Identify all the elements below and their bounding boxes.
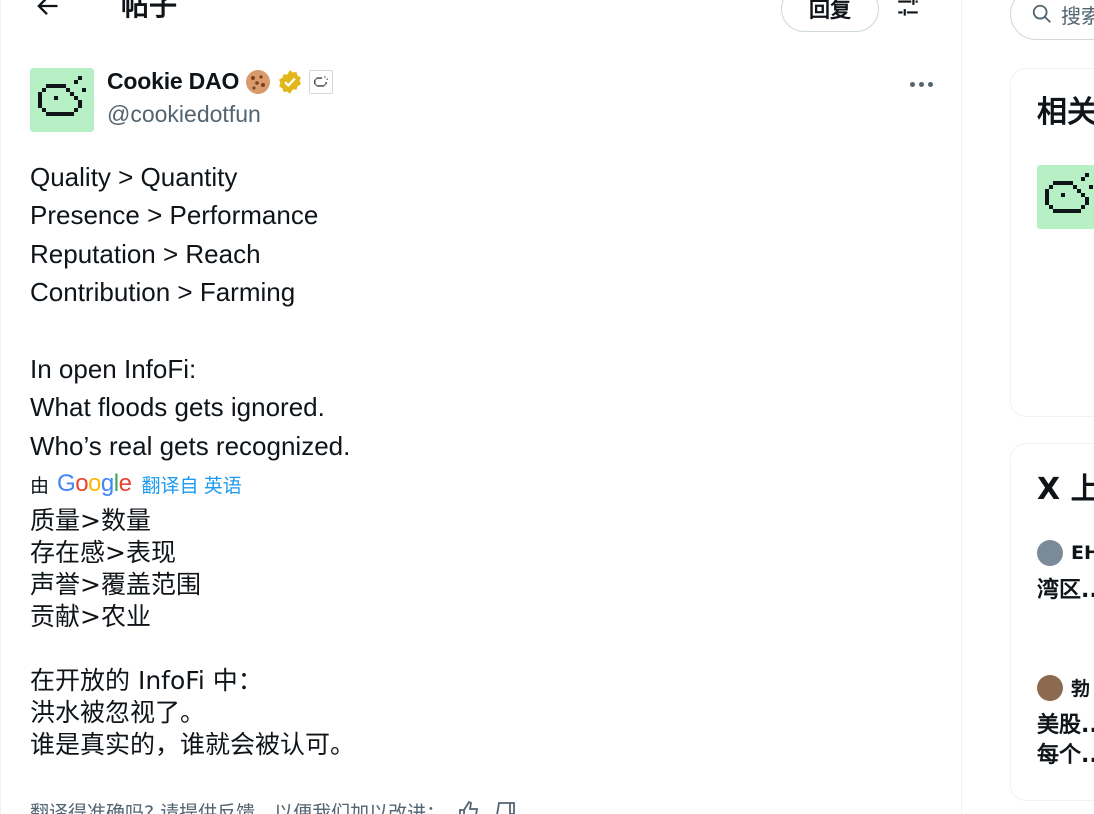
card-title: 相关 bbox=[1037, 95, 1094, 130]
cookie-logo-icon bbox=[1045, 173, 1093, 213]
tweet-line: What floods gets ignored. bbox=[30, 392, 325, 423]
avatar bbox=[1037, 674, 1063, 701]
tweet-line-break bbox=[30, 312, 350, 350]
search-icon bbox=[1032, 4, 1051, 23]
tweet-line: In open InfoFi: bbox=[30, 353, 197, 384]
more-dot-icon bbox=[909, 81, 915, 87]
translated-line: 贡献>农业 bbox=[30, 602, 151, 631]
google-logo: Google bbox=[57, 470, 132, 497]
tweet-line: Quality > Quantity bbox=[30, 162, 238, 192]
cookie-logo-icon bbox=[38, 76, 86, 116]
translation-attribution: 由 Google 翻译自 英语 bbox=[30, 470, 242, 498]
card-title: X 上 bbox=[1037, 472, 1094, 507]
tweet-line: Presence > Performance bbox=[30, 200, 319, 231]
sliders-icon bbox=[898, 0, 918, 16]
trend-user: 勃 bbox=[1071, 678, 1091, 700]
display-name: Cookie DAO bbox=[107, 68, 240, 94]
filter-settings-button[interactable] bbox=[891, 0, 925, 24]
cookie-emoji-icon bbox=[246, 69, 271, 94]
related-account-avatar[interactable] bbox=[1037, 165, 1094, 229]
more-options-button[interactable] bbox=[905, 72, 937, 96]
search-placeholder: 搜索 bbox=[1061, 3, 1094, 28]
cookie-logo-icon bbox=[314, 75, 328, 86]
translated-tweet-text: 质量>数量 存在感>表现 声誉>覆盖范围 贡献>农业 在开放的 InfoFi 中… bbox=[30, 505, 355, 761]
primary-column: 帖子 回复 Cookie DAO @cookiedotfun Quality >… bbox=[0, 0, 962, 814]
translated-from-link[interactable]: 翻译自 英语 bbox=[141, 471, 241, 498]
trend-text: 每个... bbox=[1037, 743, 1094, 768]
author-avatar[interactable] bbox=[30, 68, 94, 132]
trend-user: EH bbox=[1071, 542, 1094, 564]
translated-line: 存在感>表现 bbox=[30, 538, 176, 567]
reply-button[interactable]: 回复 bbox=[781, 0, 879, 32]
thumbs-up-icon[interactable] bbox=[457, 800, 481, 814]
trend-item[interactable]: 勃 美股... 每个... bbox=[1037, 674, 1094, 771]
related-accounts-card: 相关 bbox=[1010, 68, 1094, 417]
more-dot-icon bbox=[927, 81, 933, 87]
translated-line: 声誉>覆盖范围 bbox=[30, 570, 201, 599]
back-arrow-icon bbox=[37, 0, 58, 15]
more-dot-icon bbox=[918, 81, 924, 87]
affiliate-badge[interactable] bbox=[309, 69, 334, 94]
translated-by-label: 由 bbox=[30, 475, 50, 497]
avatar bbox=[1037, 540, 1063, 566]
trend-text: 湾区... bbox=[1037, 578, 1094, 603]
translated-line: 在开放的 InfoFi 中： bbox=[30, 666, 263, 695]
tweet-line: Who’s real gets recognized. bbox=[30, 430, 351, 461]
verified-badge-icon[interactable] bbox=[277, 69, 303, 95]
trend-item[interactable]: EH 湾区... bbox=[1037, 540, 1094, 606]
translated-line-break bbox=[30, 633, 355, 665]
back-button[interactable] bbox=[27, 0, 67, 26]
feedback-prompt: 翻译得准确吗? 请提供反馈，以便我们加以改进： bbox=[30, 802, 446, 814]
translated-line: 质量>数量 bbox=[30, 506, 151, 535]
trending-card: X 上 EH 湾区... 勃 美股... 每个... bbox=[1010, 443, 1094, 801]
page-title: 帖子 bbox=[121, 0, 178, 22]
tweet-line: Reputation > Reach bbox=[30, 238, 261, 269]
author-name[interactable]: Cookie DAO bbox=[107, 68, 334, 95]
tweet-line: Contribution > Farming bbox=[30, 277, 296, 308]
author-handle[interactable]: @cookiedotfun bbox=[107, 101, 261, 128]
translation-feedback: 翻译得准确吗? 请提供反馈，以便我们加以改进： bbox=[30, 798, 517, 814]
tweet-text: Quality > Quantity Presence > Performanc… bbox=[30, 158, 350, 465]
trend-text: 美股... bbox=[1037, 713, 1094, 738]
search-input[interactable]: 搜索 bbox=[1010, 0, 1094, 40]
translated-line: 洪水被忽视了。 bbox=[30, 698, 206, 727]
translated-line: 谁是真实的，谁就会被认可。 bbox=[30, 730, 356, 759]
thumbs-down-icon[interactable] bbox=[493, 800, 517, 814]
